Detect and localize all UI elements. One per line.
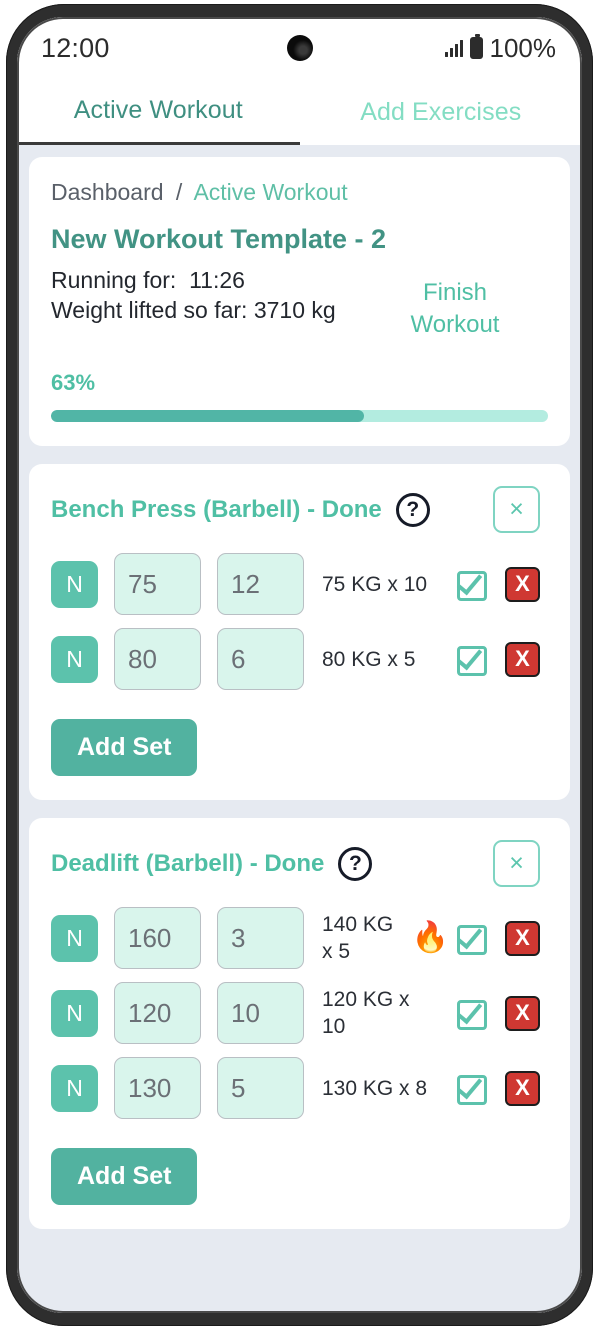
delete-set-button[interactable]: X [505, 1070, 540, 1106]
set-type-badge[interactable]: N [51, 560, 98, 608]
weight-input[interactable] [114, 907, 201, 970]
status-time: 12:00 [41, 32, 110, 63]
set-row: N 80 KG x 5 X [51, 628, 548, 691]
target-text: 75 KG x 10 [322, 572, 428, 596]
checkbox-checked-icon[interactable] [456, 1071, 491, 1106]
signal-bars-icon [444, 39, 463, 57]
target-text: 140 KG x 5 [322, 913, 394, 964]
running-for-label: Running for: [51, 267, 177, 293]
set-type-badge[interactable]: N [51, 914, 98, 962]
progress-bar-track [51, 410, 548, 423]
progress-bar-fill [51, 410, 365, 423]
remove-exercise-button[interactable]: × [493, 840, 540, 888]
tab-active-workout[interactable]: Active Workout [17, 79, 300, 145]
target-text: 120 KG x 10 [322, 988, 410, 1039]
reps-input[interactable] [217, 628, 304, 691]
breadcrumb-dashboard[interactable]: Dashboard [51, 179, 164, 205]
fire-emoji-icon: 🔥 [411, 921, 449, 955]
weight-lifted-line: Weight lifted so far: 3710 kg [51, 297, 336, 324]
target-cell: 80 KG x 5 [322, 646, 457, 673]
delete-set-button[interactable]: X [505, 920, 540, 956]
delete-set-button[interactable]: X [505, 641, 540, 677]
page-content[interactable]: Dashboard / Active Workout New Workout T… [17, 145, 582, 1313]
checkbox-checked-icon[interactable] [456, 996, 491, 1031]
delete-set-button[interactable]: X [505, 995, 540, 1031]
set-row: N 140 KG x 5 🔥 X [51, 907, 548, 970]
exercise-list: Bench Press (Barbell) - Done? × N 75 KG x 1… [29, 464, 570, 1230]
add-set-button[interactable]: Add Set [51, 1148, 198, 1206]
status-bar: 12:00 100% [17, 17, 582, 79]
workout-meta-lines: Running for: 11:26 Weight lifted so far:… [51, 263, 336, 326]
reps-input[interactable] [217, 553, 304, 616]
exercise-title: Deadlift (Barbell) - Done [51, 849, 325, 877]
target-text: 130 KG x 8 [322, 1076, 428, 1100]
set-row-actions: X [456, 566, 540, 602]
checkbox-checked-icon[interactable] [456, 567, 491, 602]
target-cell: 120 KG x 10 [322, 986, 457, 1041]
exercise-card: Deadlift (Barbell) - Done? × N 140 KG x 5 🔥 X… [29, 818, 570, 1230]
add-set-button[interactable]: Add Set [51, 719, 198, 777]
target-cell: 140 KG x 5 🔥 [322, 911, 457, 966]
workout-meta: Running for: 11:26 Weight lifted so far:… [51, 263, 548, 340]
target-text: 80 KG x 5 [322, 647, 416, 671]
weight-input[interactable] [114, 628, 201, 691]
exercise-header: Bench Press (Barbell) - Done? × [51, 486, 548, 534]
breadcrumb-active-workout: Active Workout [193, 179, 348, 205]
set-row: N 130 KG x 8 X [51, 1057, 548, 1120]
target-cell: 130 KG x 8 [322, 1075, 457, 1102]
front-camera-punch-hole-icon [286, 35, 313, 61]
reps-input[interactable] [217, 982, 304, 1045]
exercise-header-left: Bench Press (Barbell) - Done? [51, 492, 430, 527]
question-mark-icon[interactable]: ? [395, 492, 430, 527]
workout-summary-card: Dashboard / Active Workout New Workout T… [29, 157, 570, 447]
page-title-row: New Workout Template - 2 [51, 224, 548, 255]
breadcrumb-separator: / [175, 179, 183, 205]
set-row-actions: X [456, 641, 540, 677]
set-row: N 75 KG x 10 X [51, 553, 548, 616]
exercise-header-left: Deadlift (Barbell) - Done? [51, 846, 373, 881]
breadcrumb: Dashboard / Active Workout [51, 179, 548, 206]
running-for-line: Running for: 11:26 [51, 265, 336, 295]
remove-exercise-button[interactable]: × [493, 486, 540, 534]
exercise-title: Bench Press (Barbell) - Done [51, 495, 382, 523]
set-type-badge[interactable]: N [51, 1064, 98, 1112]
running-for-value: 11:26 [189, 267, 245, 293]
set-row-actions: X [456, 920, 540, 956]
set-row: N 120 KG x 10 X [51, 982, 548, 1045]
delete-set-button[interactable]: X [505, 566, 540, 602]
set-type-badge[interactable]: N [51, 635, 98, 683]
close-x-icon: × [509, 495, 524, 524]
weight-input[interactable] [114, 1057, 201, 1120]
progress-percentage-label: 63% [51, 370, 96, 396]
reps-input[interactable] [217, 907, 304, 970]
finish-workout-button[interactable]: Finish Workout [380, 263, 530, 340]
checkbox-checked-icon[interactable] [456, 642, 491, 677]
phone-frame: 12:00 100% Active Workout Add Exercises … [6, 4, 593, 1326]
phone-screen: 12:00 100% Active Workout Add Exercises … [17, 17, 582, 1313]
battery-percentage: 100% [489, 32, 557, 63]
reps-input[interactable] [217, 1057, 304, 1120]
page-title: New Workout Template - 2 [51, 224, 387, 254]
set-type-badge[interactable]: N [51, 989, 98, 1037]
set-row-actions: X [456, 1070, 540, 1106]
tab-add-exercises[interactable]: Add Exercises [300, 79, 583, 145]
status-indicators: 100% [444, 32, 557, 64]
target-cell: 75 KG x 10 [322, 571, 457, 598]
exercise-header: Deadlift (Barbell) - Done? × [51, 840, 548, 888]
question-mark-icon[interactable]: ? [338, 846, 373, 881]
set-row-actions: X [456, 995, 540, 1031]
close-x-icon: × [509, 849, 524, 878]
checkbox-checked-icon[interactable] [456, 921, 491, 956]
tab-bar: Active Workout Add Exercises [17, 79, 582, 145]
weight-input[interactable] [114, 982, 201, 1045]
exercise-card: Bench Press (Barbell) - Done? × N 75 KG x 1… [29, 464, 570, 801]
battery-full-icon [469, 34, 483, 59]
weight-input[interactable] [114, 553, 201, 616]
